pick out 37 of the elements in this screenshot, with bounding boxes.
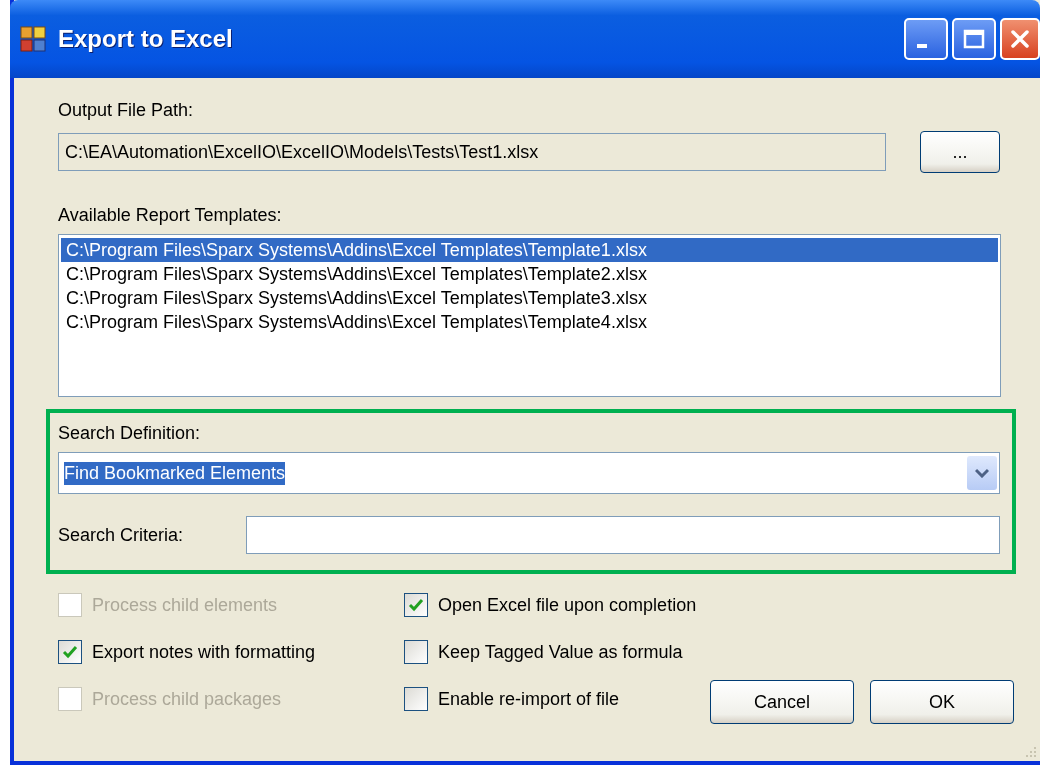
search-criteria-field[interactable] — [246, 516, 1000, 554]
minimize-button[interactable] — [904, 18, 948, 60]
search-definition-dropdown[interactable]: Find Bookmarked Elements — [58, 452, 1000, 494]
maximize-icon — [963, 29, 985, 49]
list-item[interactable]: C:\Program Files\Sparx Systems\Addins\Excel Templates\Template3.xlsx — [61, 286, 998, 310]
checkbox[interactable] — [404, 593, 428, 617]
path-field[interactable]: C:\EA\Automation\ExcelIO\ExcelIO\Models\Tests\Test1.xlsx — [58, 133, 886, 171]
chevron-down-icon — [975, 468, 989, 478]
list-item[interactable]: C:\Program Files\Sparx Systems\Addins\Excel Templates\Template2.xlsx — [61, 262, 998, 286]
dropdown-value: Find Bookmarked Elements — [64, 461, 286, 485]
close-button[interactable] — [1000, 18, 1040, 60]
window-title: Export to Excel — [58, 25, 234, 53]
checkbox[interactable] — [58, 640, 82, 664]
checkbox-label: Process child packages — [92, 688, 282, 710]
maximize-button[interactable] — [952, 18, 996, 60]
app-icon — [20, 26, 46, 52]
minimize-icon — [917, 44, 927, 48]
checkbox-label[interactable]: Enable re-import of file — [438, 688, 620, 710]
close-icon — [1010, 29, 1030, 49]
checkbox-label[interactable]: Keep Tagged Value as formula — [438, 641, 683, 663]
field-label: Output File Path: — [58, 100, 195, 121]
browse-button[interactable]: ... — [920, 131, 1000, 173]
checkbox-label[interactable]: Open Excel file upon completion — [438, 594, 697, 616]
checkmark-icon — [62, 645, 78, 659]
checkbox[interactable] — [404, 640, 428, 664]
checkmark-icon — [408, 598, 424, 612]
field-label: Available Report Templates: — [58, 205, 283, 226]
field-label: Search Criteria: — [58, 524, 184, 546]
resize-grip-icon — [1024, 745, 1038, 759]
checkbox[interactable] — [404, 687, 428, 711]
cancel-button[interactable]: Cancel — [710, 680, 854, 724]
list-item[interactable]: C:\Program Files\Sparx Systems\Addins\Excel Templates\Template4.xlsx — [61, 310, 998, 334]
list-item[interactable]: C:\Program Files\Sparx Systems\Addins\Excel Templates\Template1.xlsx — [61, 238, 998, 262]
checkbox-label: Process child elements — [92, 594, 278, 616]
ok-button[interactable]: OK — [870, 680, 1014, 724]
checkbox-label[interactable]: Export notes with formatting — [92, 641, 316, 663]
field-label: Search Definition: — [58, 423, 202, 444]
